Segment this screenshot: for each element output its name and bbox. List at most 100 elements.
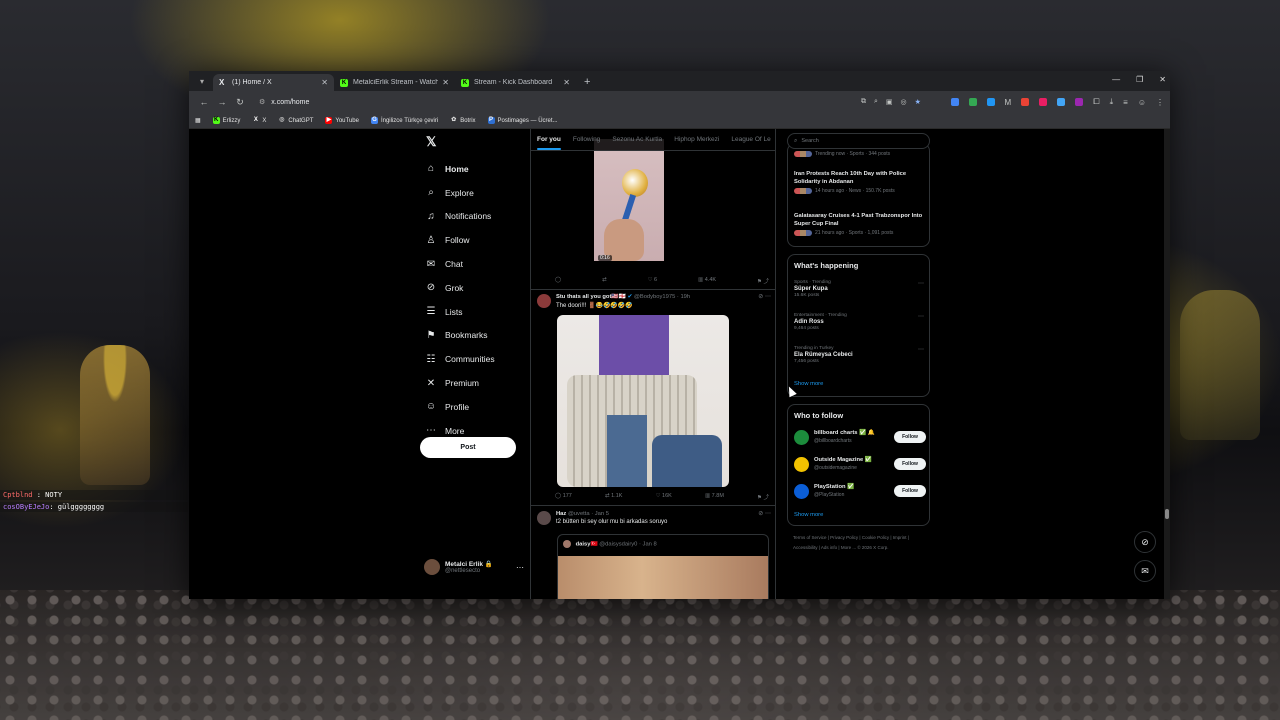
zoom-icon[interactable]: ⌕ <box>874 98 878 106</box>
repost-button[interactable]: ⇄ 1.1K <box>605 493 622 501</box>
nav-notifications[interactable]: ♫ Notifications <box>425 205 495 229</box>
news-item[interactable]: Iran Protests Reach 10th Day with Police… <box>794 170 924 194</box>
tab-x-home[interactable]: X (1) Home / X ✕ <box>213 74 334 91</box>
views-button[interactable]: ▥ 4.4K <box>698 277 716 285</box>
trend-item[interactable]: Entertainment · Trending Adin Ross 9,464… <box>794 313 924 331</box>
show-more-link[interactable]: Show more <box>794 381 823 387</box>
tab-search-icon[interactable]: ▾ <box>195 74 209 88</box>
follow-button[interactable]: Follow <box>894 485 926 497</box>
avatar[interactable] <box>537 294 551 308</box>
bookmark-chatgpt[interactable]: ◎ ChatGPT <box>278 117 313 124</box>
close-icon[interactable]: ✕ <box>442 78 449 87</box>
tab-kick-stream[interactable]: K MetalciErlik Stream - Watch Liv ✕ <box>334 74 455 91</box>
trend-item[interactable]: Trending in Turkey Ela Rümeysa Cebeci 7,… <box>794 346 924 364</box>
tweet[interactable]: Haz @uvetta · Jan 5 t2 bütten bi sey olu… <box>537 511 771 531</box>
account-switcher[interactable]: Metalci Erlik 🔒 @nettlesecto ⋯ <box>424 559 524 575</box>
apps-icon[interactable]: ▦ <box>195 117 201 124</box>
reload-icon[interactable]: ↻ <box>231 97 249 108</box>
restore-icon[interactable]: ❐ <box>1136 75 1143 84</box>
extension-icon[interactable] <box>968 98 977 106</box>
address-bar[interactable]: ⚙ x.com/home <box>253 95 853 110</box>
media-icon[interactable]: ≡ <box>1123 98 1128 107</box>
bookmark-icon[interactable]: ⚑ ⤴ <box>757 277 769 285</box>
tab-for-you[interactable]: For you <box>537 136 561 150</box>
grok-icon[interactable]: ⊘ <box>1134 531 1156 553</box>
tab-list[interactable]: Sezonu Ac Kurtla <box>612 136 662 143</box>
bookmark-botrix[interactable]: ✿ Botrix <box>450 117 475 124</box>
nav-grok[interactable]: ⊘ Grok <box>425 276 495 300</box>
more-icon[interactable]: ⋯ <box>918 313 924 320</box>
extension-icon[interactable] <box>1075 98 1084 106</box>
nav-explore[interactable]: ⌕ Explore <box>425 181 495 205</box>
messages-icon[interactable]: ✉ <box>1134 560 1156 582</box>
avatar[interactable] <box>537 511 551 525</box>
bookmark-erlizzy[interactable]: K Erlizzy <box>212 117 240 124</box>
news-item[interactable]: Trending now · Sports · 344 posts <box>794 149 924 157</box>
minimize-icon[interactable]: — <box>1112 75 1120 84</box>
bookmark-postimages[interactable]: P Postimages — Ücret... <box>487 117 558 124</box>
close-icon[interactable]: ✕ <box>321 78 328 87</box>
close-icon[interactable]: ✕ <box>563 78 570 87</box>
nav-home[interactable]: ⌂ Home <box>425 157 495 181</box>
tab-list[interactable]: League Of Le <box>731 136 770 143</box>
nav-profile[interactable]: ☺ Profile <box>425 395 495 419</box>
follow-suggestion[interactable]: PlayStation ✅ @PlayStation Follow <box>794 482 926 502</box>
download-icon[interactable]: ⤓ <box>1110 97 1114 107</box>
repost-icon[interactable]: ⇄ <box>602 277 607 285</box>
more-icon[interactable]: ⋯ <box>918 346 924 353</box>
forward-icon[interactable]: → <box>213 97 231 107</box>
grok-more-icon[interactable]: ⊘ ⋯ <box>758 510 771 517</box>
bookmark-translate[interactable]: G İngilizce Türkçe çeviri <box>370 117 438 124</box>
scrollbar[interactable] <box>1164 129 1170 599</box>
extension-icon[interactable] <box>1057 98 1066 106</box>
extension-icon[interactable] <box>1039 98 1048 106</box>
nav-chat[interactable]: ✉ Chat <box>425 252 495 276</box>
footer-links[interactable]: Terms of Service | Privacy Policy | Cook… <box>793 533 931 552</box>
tab-kick-dashboard[interactable]: K Stream - Kick Dashboard ✕ <box>455 74 576 91</box>
bookmark-x[interactable]: XX <box>252 117 267 124</box>
show-more-link[interactable]: Show more <box>794 512 823 518</box>
like-button[interactable]: ♡ 6 <box>648 277 658 285</box>
views-button[interactable]: ▥ 7.8M <box>705 493 724 501</box>
menu-icon[interactable]: ⋮ <box>1156 98 1164 107</box>
post-button[interactable]: Post <box>420 437 516 458</box>
like-button[interactable]: ♡ 16K <box>656 493 672 501</box>
follow-suggestion[interactable]: billboard charts ✅ 🔔 @billboardcharts Fo… <box>794 428 926 448</box>
extension-icon[interactable] <box>986 98 995 106</box>
back-icon[interactable]: ← <box>195 97 213 107</box>
tab-following[interactable]: Following <box>573 136 600 143</box>
follow-button[interactable]: Follow <box>894 458 926 470</box>
site-info-icon[interactable]: ⚙ <box>259 98 265 106</box>
more-icon[interactable]: ⋯ <box>516 563 524 572</box>
cast-icon[interactable]: ▣ <box>886 98 893 106</box>
reply-button[interactable]: ◯ 177 <box>555 493 572 501</box>
gmail-icon[interactable]: M <box>1005 98 1012 107</box>
x-logo-icon[interactable]: 𝕏 <box>426 134 436 150</box>
tweet-image[interactable] <box>557 315 729 487</box>
extension-icon[interactable] <box>950 98 959 106</box>
tab-list[interactable]: Hiphop Merkezi <box>674 136 719 143</box>
translate-icon[interactable]: ⧉ <box>861 98 866 106</box>
search-input[interactable]: ⌕ Search <box>787 133 930 149</box>
nav-communities[interactable]: ☷ Communities <box>425 347 495 371</box>
extension-icon[interactable] <box>1021 98 1030 106</box>
follow-button[interactable]: Follow <box>894 431 926 443</box>
tweet[interactable]: Stu thats all you got🇺🇸🏴󠁧󠁢󠁥󠁮󠁧󠁿 ✔ @Bodybo… <box>537 294 771 314</box>
follow-suggestion[interactable]: Outside Magazine ✅ @outsidemagazine Foll… <box>794 455 926 475</box>
profile-icon[interactable]: ☺ <box>1138 98 1146 107</box>
puzzle-icon[interactable]: ⧠ <box>1093 97 1099 107</box>
trend-item[interactable]: Sports · Trending Süper Kupa 15.6K posts… <box>794 280 924 298</box>
bookmark-star-icon[interactable]: ★ <box>915 98 921 106</box>
share-icon[interactable]: ◎ <box>901 98 907 106</box>
new-tab-button[interactable]: + <box>584 76 590 88</box>
reply-icon[interactable]: ◯ <box>555 277 561 285</box>
nav-follow[interactable]: ♙ Follow <box>425 228 495 252</box>
tweet-video[interactable]: 0:16 <box>594 139 729 269</box>
nav-bookmarks[interactable]: ⚑ Bookmarks <box>425 324 495 348</box>
scrollbar-thumb[interactable] <box>1165 509 1169 519</box>
news-item[interactable]: Galatasaray Cruises 4-1 Past Trabzonspor… <box>794 212 924 236</box>
close-window-icon[interactable]: ✕ <box>1159 75 1166 84</box>
grok-more-icon[interactable]: ⊘ ⋯ <box>758 293 771 300</box>
bookmark-youtube[interactable]: ▶ YouTube <box>325 117 359 124</box>
more-icon[interactable]: ⋯ <box>918 280 924 287</box>
